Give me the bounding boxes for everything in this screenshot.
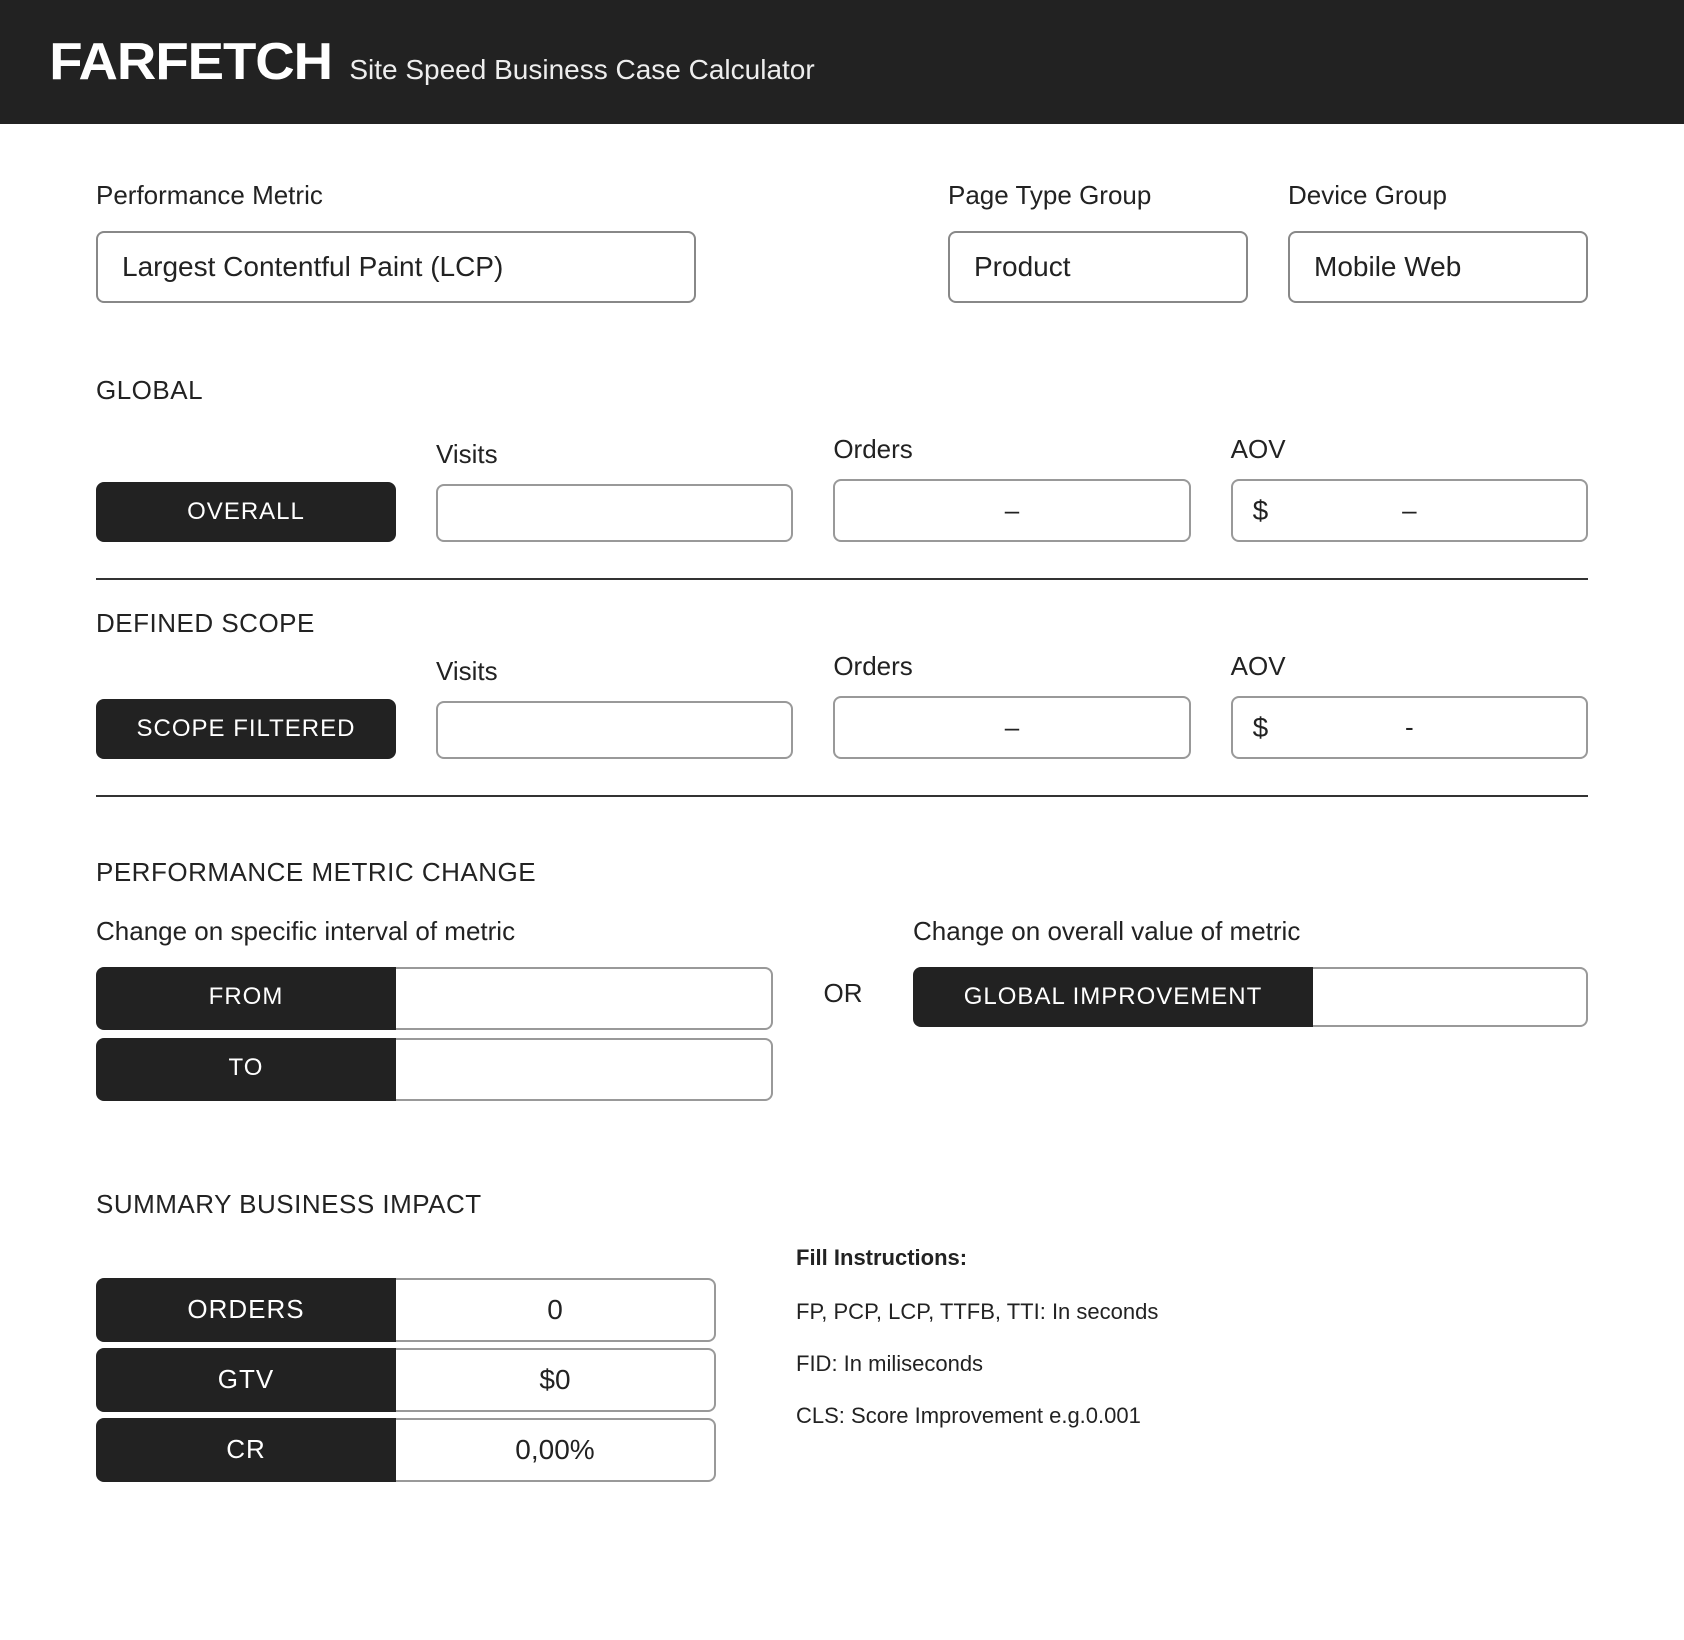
- interval-change-label: Change on specific interval of metric: [96, 916, 773, 947]
- filter-page-type: Page Type Group Product: [948, 180, 1248, 303]
- summary-gtv-label: GTV: [96, 1348, 396, 1412]
- overall-change-label: Change on overall value of metric: [913, 916, 1588, 947]
- filter-device-group: Device Group Mobile Web: [1288, 180, 1588, 303]
- scope-heading: DEFINED SCOPE: [96, 608, 1588, 639]
- instructions-line: FP, PCP, LCP, TTFB, TTI: In seconds: [796, 1299, 1588, 1325]
- overall-badge: OVERALL: [96, 482, 396, 542]
- divider: [96, 795, 1588, 797]
- global-improvement-input[interactable]: [1313, 967, 1588, 1027]
- to-row: TO: [96, 1038, 773, 1101]
- summary-orders-row: ORDERS 0: [96, 1278, 716, 1342]
- instructions-line: CLS: Score Improvement e.g.0.001: [796, 1403, 1588, 1429]
- summary-gtv-value: $0: [396, 1348, 716, 1412]
- visits-label: Visits: [436, 656, 793, 687]
- to-input[interactable]: [396, 1038, 773, 1101]
- global-aov-value: $ –: [1231, 479, 1588, 542]
- logo-text: FARFETCH: [49, 32, 332, 92]
- orders-label: Orders: [833, 651, 1190, 682]
- fill-instructions: Fill Instructions: FP, PCP, LCP, TTFB, T…: [796, 1189, 1588, 1455]
- performance-metric-select[interactable]: Largest Contentful Paint (LCP): [96, 231, 696, 303]
- interval-change-col: Change on specific interval of metric FR…: [96, 916, 773, 1109]
- device-group-select[interactable]: Mobile Web: [1288, 231, 1588, 303]
- filter-label: Page Type Group: [948, 180, 1248, 211]
- global-orders-value: –: [833, 479, 1190, 542]
- scope-stats-row: SCOPE FILTERED Visits Orders – AOV $ -: [96, 651, 1588, 759]
- global-improvement-row: GLOBAL IMPROVEMENT: [913, 967, 1588, 1027]
- scope-orders-value: –: [833, 696, 1190, 759]
- change-heading: PERFORMANCE METRIC CHANGE: [96, 857, 1588, 888]
- summary-orders-label: ORDERS: [96, 1278, 396, 1342]
- or-separator: OR: [813, 916, 873, 1009]
- filter-performance-metric: Performance Metric Largest Contentful Pa…: [96, 180, 696, 303]
- instructions-heading: Fill Instructions:: [796, 1245, 1588, 1271]
- to-label: TO: [96, 1038, 396, 1101]
- summary-table: ORDERS 0 GTV $0 CR 0,00%: [96, 1278, 716, 1482]
- overall-change-col: Change on overall value of metric GLOBAL…: [913, 916, 1588, 1027]
- global-visits-input[interactable]: [436, 484, 793, 542]
- app-header: FARFETCH Site Speed Business Case Calcul…: [0, 0, 1684, 124]
- global-heading: GLOBAL: [96, 375, 1588, 406]
- main-content: Performance Metric Largest Contentful Pa…: [0, 124, 1684, 1528]
- aov-label: AOV: [1231, 434, 1588, 465]
- filters-row: Performance Metric Largest Contentful Pa…: [96, 180, 1588, 303]
- filter-label: Performance Metric: [96, 180, 696, 211]
- from-row: FROM: [96, 967, 773, 1030]
- orders-label: Orders: [833, 434, 1190, 465]
- summary-heading: SUMMARY BUSINESS IMPACT: [96, 1189, 716, 1220]
- summary-orders-value: 0: [396, 1278, 716, 1342]
- currency-symbol: $: [1253, 712, 1269, 744]
- summary-cr-row: CR 0,00%: [96, 1418, 716, 1482]
- summary-cr-label: CR: [96, 1418, 396, 1482]
- aov-label: AOV: [1231, 651, 1588, 682]
- from-input[interactable]: [396, 967, 773, 1030]
- app-subtitle: Site Speed Business Case Calculator: [349, 54, 814, 86]
- summary-section: SUMMARY BUSINESS IMPACT ORDERS 0 GTV $0 …: [96, 1189, 1588, 1488]
- page-type-select[interactable]: Product: [948, 231, 1248, 303]
- filter-label: Device Group: [1288, 180, 1588, 211]
- summary-gtv-row: GTV $0: [96, 1348, 716, 1412]
- global-stats-row: OVERALL Visits Orders – AOV $ –: [96, 434, 1588, 542]
- from-label: FROM: [96, 967, 396, 1030]
- performance-change-section: PERFORMANCE METRIC CHANGE Change on spec…: [96, 857, 1588, 1109]
- currency-symbol: $: [1253, 495, 1269, 527]
- scope-visits-input[interactable]: [436, 701, 793, 759]
- visits-label: Visits: [436, 439, 793, 470]
- summary-cr-value: 0,00%: [396, 1418, 716, 1482]
- scope-filtered-badge: SCOPE FILTERED: [96, 699, 396, 759]
- instructions-line: FID: In miliseconds: [796, 1351, 1588, 1377]
- divider: [96, 578, 1588, 580]
- scope-aov-value: $ -: [1231, 696, 1588, 759]
- global-improvement-label: GLOBAL IMPROVEMENT: [913, 967, 1313, 1027]
